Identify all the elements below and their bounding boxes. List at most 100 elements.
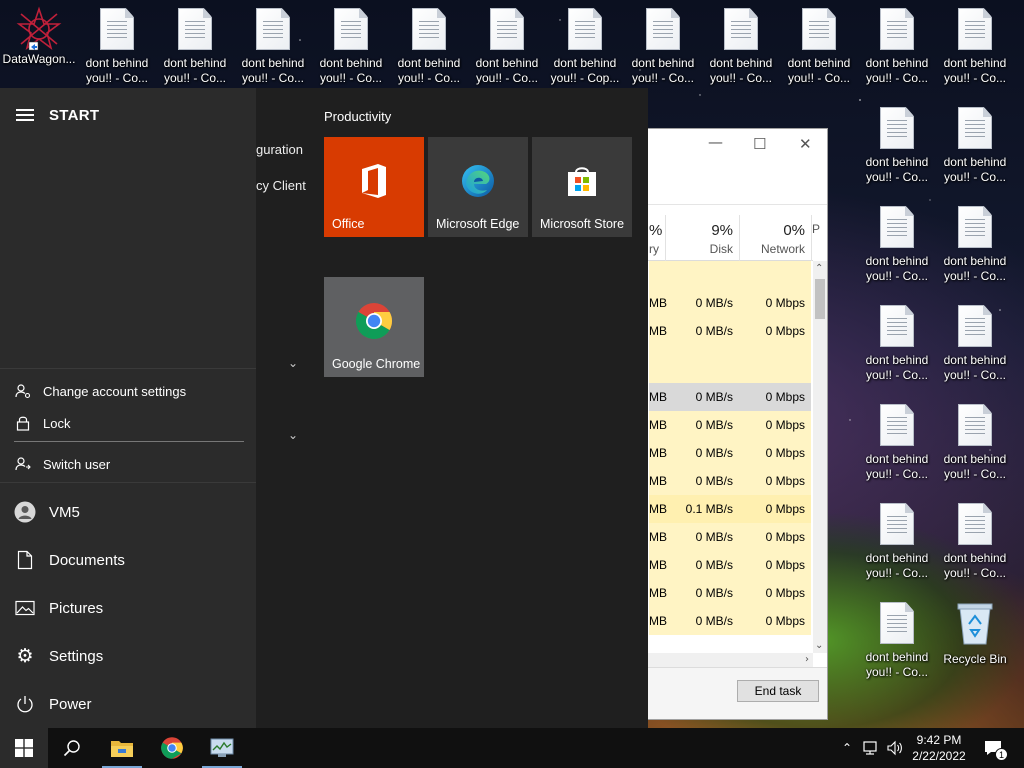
desktop-file-icon[interactable]: dont behind you!! - Co... <box>312 0 390 88</box>
table-row[interactable] <box>649 345 811 383</box>
disk-cell: 0 MB/s <box>695 418 733 432</box>
column-label: Disk <box>709 242 733 256</box>
person-settings-icon <box>14 382 32 400</box>
start-rail: START Change account settings Lock Switc… <box>0 88 256 728</box>
column-memory[interactable]: % ry <box>649 215 665 261</box>
power-item[interactable]: Power <box>0 683 256 725</box>
desktop-file-icon[interactable]: dont behind you!! - Co... <box>936 99 1014 187</box>
settings-item[interactable]: ⚙ Settings <box>0 635 256 677</box>
memory-cell: MB <box>649 296 667 310</box>
table-row[interactable]: MB 0 MB/s 0 Mbps <box>649 523 811 551</box>
desktop-file-icon[interactable]: dont behind you!! - Co... <box>858 594 936 682</box>
desktop-file-icon[interactable]: dont behind you!! - Co... <box>858 0 936 88</box>
search-button[interactable] <box>48 728 96 768</box>
desktop-file-icon[interactable]: dont behind you!! - Co... <box>936 198 1014 286</box>
recycle-bin[interactable]: Recycle Bin <box>936 594 1014 682</box>
network-tray-button[interactable] <box>860 728 882 768</box>
column-power[interactable]: P <box>811 215 821 261</box>
app-list-item[interactable]: guration <box>256 142 303 157</box>
desktop-file-icon[interactable]: dont behind you!! - Co... <box>936 0 1014 88</box>
file-explorer-button[interactable] <box>98 728 146 768</box>
table-row[interactable]: MB 0 MB/s 0 Mbps <box>649 439 811 467</box>
desktop-file-icon[interactable]: dont behind you!! - Co... <box>624 0 702 88</box>
desktop-file-icon[interactable]: dont behind you!! - Co... <box>468 0 546 88</box>
office-icon <box>362 164 386 198</box>
google-chrome-tile[interactable]: Google Chrome <box>324 277 424 377</box>
desktop-file-icon[interactable]: dont behind you!! - Co... <box>234 0 312 88</box>
desktop-file-icon[interactable]: dont behind you!! - Co... <box>936 396 1014 484</box>
clock-date: 2/22/2022 <box>912 749 966 763</box>
task-manager-taskbar-button[interactable] <box>198 728 246 768</box>
table-row[interactable]: MB 0 MB/s 0 Mbps <box>649 467 811 495</box>
close-icon[interactable]: ✕ <box>799 135 812 153</box>
lock-item[interactable]: Lock <box>14 412 70 434</box>
start-button[interactable] <box>0 728 48 768</box>
user-account-item[interactable]: VM5 <box>0 491 256 533</box>
windows-logo-icon <box>15 739 33 757</box>
tile-label: Office <box>332 217 365 231</box>
desktop-file-icon[interactable]: dont behind you!! - Co... <box>78 0 156 88</box>
network-cell: 0 Mbps <box>765 558 805 572</box>
desktop-file-icon[interactable]: dont behind you!! - Co... <box>702 0 780 88</box>
desktop-file-icon[interactable]: dont behind you!! - Cop... <box>546 0 624 88</box>
action-center-button[interactable]: 1 <box>980 728 1008 768</box>
desktop-file-label: dont behind you!! - Co... <box>865 155 929 184</box>
scroll-up-icon[interactable]: ⌃ <box>815 263 823 274</box>
recycle-bin-label: Recycle Bin <box>943 652 1007 666</box>
hamburger-menu-icon[interactable] <box>16 109 34 121</box>
chevron-down-icon[interactable]: ⌄ <box>288 356 298 370</box>
text-document-icon <box>958 503 992 545</box>
scrollbar-thumb[interactable] <box>815 279 825 319</box>
text-document-icon <box>880 404 914 446</box>
recycle-bin-icon <box>957 603 993 645</box>
table-row[interactable] <box>649 261 811 289</box>
table-row[interactable]: MB 0 MB/s 0 Mbps <box>649 411 811 439</box>
desktop-file-icon[interactable]: dont behind you!! - Co... <box>936 297 1014 385</box>
table-row[interactable]: MB 0 MB/s 0 Mbps <box>649 289 811 317</box>
clock[interactable]: 9:42 PM 2/22/2022 <box>900 732 978 764</box>
text-document-icon <box>490 8 524 50</box>
table-row[interactable]: MB 0 MB/s 0 Mbps <box>649 579 811 607</box>
desktop-file-icon[interactable]: dont behind you!! - Co... <box>858 396 936 484</box>
power-label: Power <box>49 695 92 713</box>
switch-user-item[interactable]: Switch user <box>14 453 110 475</box>
chevron-down-icon[interactable]: ⌄ <box>288 428 298 442</box>
desktop-file-icon[interactable]: dont behind you!! - Co... <box>780 0 858 88</box>
app-list-item[interactable]: cy Client <box>256 178 306 193</box>
desktop-file-icon[interactable]: dont behind you!! - Co... <box>858 297 936 385</box>
vertical-scrollbar[interactable]: ⌃ ⌄ <box>813 261 827 653</box>
desktop-file-icon[interactable]: dont behind you!! - Co... <box>156 0 234 88</box>
table-row[interactable]: MB 0 MB/s 0 Mbps <box>649 551 811 579</box>
star-logo-icon <box>16 6 62 51</box>
tile-group-title: Productivity <box>324 109 392 124</box>
desktop-shortcut-datawagon[interactable]: DataWagon... <box>0 0 78 88</box>
end-task-button[interactable]: End task <box>737 680 819 702</box>
table-row[interactable]: MB 0 MB/s 0 Mbps <box>649 607 811 635</box>
minimize-icon[interactable]: — <box>708 133 723 151</box>
scroll-down-icon[interactable]: ⌄ <box>815 640 823 651</box>
start-header[interactable]: START <box>0 102 256 130</box>
chrome-taskbar-button[interactable] <box>148 728 196 768</box>
column-disk[interactable]: 9% Disk <box>665 215 739 261</box>
clock-time: 9:42 PM <box>916 733 962 747</box>
microsoft-store-tile[interactable]: Microsoft Store <box>532 137 632 237</box>
change-account-settings-item[interactable]: Change account settings <box>14 380 186 402</box>
column-network[interactable]: 0% Network <box>739 215 811 261</box>
pictures-item[interactable]: Pictures <box>0 587 256 629</box>
microsoft-edge-tile[interactable]: Microsoft Edge <box>428 137 528 237</box>
documents-item[interactable]: Documents <box>0 539 256 581</box>
office-tile[interactable]: Office <box>324 137 424 237</box>
show-hidden-icons-button[interactable]: ⌃ <box>838 728 856 768</box>
desktop-file-icon[interactable]: dont behind you!! - Co... <box>858 99 936 187</box>
desktop-file-icon[interactable]: dont behind you!! - Co... <box>936 495 1014 583</box>
desktop-file-icon[interactable]: dont behind you!! - Co... <box>858 198 936 286</box>
lock-icon <box>14 414 32 432</box>
table-row[interactable]: MB 0.1 MB/s 0 Mbps <box>649 495 811 523</box>
table-row[interactable]: MB 0 MB/s 0 Mbps <box>649 317 811 345</box>
desktop-file-icon[interactable]: dont behind you!! - Co... <box>858 495 936 583</box>
scroll-right-icon[interactable]: › <box>805 654 809 665</box>
desktop-file-icon[interactable]: dont behind you!! - Co... <box>390 0 468 88</box>
disk-cell: 0 MB/s <box>695 614 733 628</box>
maximize-icon[interactable]: ☐ <box>753 135 766 153</box>
table-row-selected[interactable]: MB 0 MB/s 0 Mbps <box>649 383 811 411</box>
